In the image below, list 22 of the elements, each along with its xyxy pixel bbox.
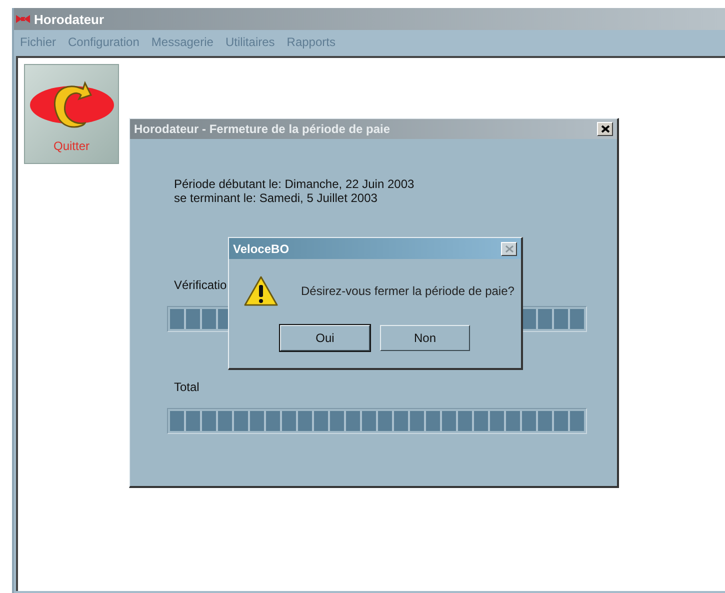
dialog-button[interactable]: Oui bbox=[280, 325, 370, 351]
dialog-title: Horodateur - Fermeture de la période de paie bbox=[134, 122, 390, 136]
period-text: se terminant le: Samedi, 5 Juillet 2003 bbox=[174, 191, 378, 205]
warning-icon bbox=[243, 275, 279, 307]
message-text: Désirez-vous fermer la période de paie? bbox=[301, 284, 514, 298]
menu-item[interactable]: Rapports bbox=[286, 35, 336, 49]
menu-item[interactable]: Messagerie bbox=[151, 35, 214, 49]
menu-item[interactable]: Fichier bbox=[20, 35, 56, 49]
progress-label: Total bbox=[174, 380, 200, 394]
dialog-title: VeloceBO bbox=[233, 242, 290, 256]
close-icon bbox=[600, 125, 610, 133]
dialog-button[interactable]: Non bbox=[380, 325, 470, 351]
menu-item[interactable]: Utilitaires bbox=[225, 35, 275, 49]
quit-button[interactable]: Quitter bbox=[24, 64, 119, 164]
close-icon bbox=[504, 244, 514, 252]
close-button[interactable] bbox=[597, 122, 613, 136]
period-text: Période débutant le: Dimanche, 22 Juin 2003 bbox=[174, 177, 416, 191]
close-button[interactable] bbox=[501, 242, 517, 256]
menu-item[interactable]: Configuration bbox=[68, 35, 140, 49]
progress-label: Vérificatio bbox=[174, 278, 227, 292]
app-icon bbox=[16, 14, 30, 24]
window-title: Horodateur bbox=[34, 12, 104, 26]
